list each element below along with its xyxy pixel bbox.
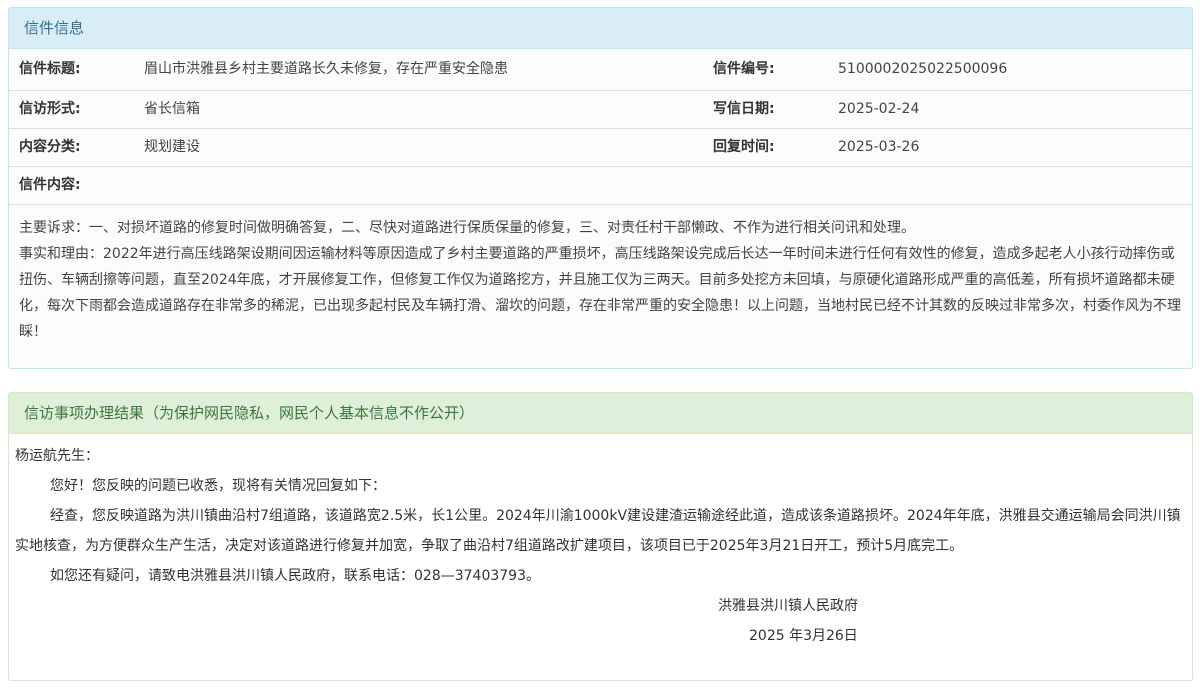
write-date-label: 写信日期: xyxy=(713,101,775,117)
reply-findings: 经查，您反映道路为洪川镇曲沿村7组道路，该道路宽2.5米，长1公里。2024年川… xyxy=(15,508,1181,554)
reply-body: 杨运航先生： 您好！您反映的问题已收悉，现将有关情况回复如下： 经查，您反映道路… xyxy=(15,441,1185,651)
letter-category-row: 内容分类: 规划建设 回复时间: 2025-03-26 xyxy=(9,129,1192,167)
letter-info-panel: 信件信息 信件标题: 眉山市洪雅县乡村主要道路长久未修复，存在严重安全隐患 信件… xyxy=(8,7,1193,369)
letter-content-label: 信件内容: xyxy=(19,177,81,193)
reply-greeting: 您好！您反映的问题已收悉，现将有关情况回复如下： xyxy=(50,478,386,494)
letter-content-demands: 主要诉求：一、对损坏道路的修复时间做明确答复，二、尽快对道路进行保质保量的修复，… xyxy=(19,220,915,236)
letter-content-facts: 事实和理由：2022年进行高压线路架设期间因运输材料等原因造成了乡村主要道路的严… xyxy=(19,246,1181,340)
reply-time-value: 2025-03-26 xyxy=(838,139,920,155)
result-panel: 信访事项办理结果（为保护网民隐私，网民个人基本信息不作公开） 杨运航先生： 您好… xyxy=(8,392,1193,681)
result-heading: 信访事项办理结果（为保护网民隐私，网民个人基本信息不作公开） xyxy=(9,393,1192,434)
reply-contact: 如您还有疑问，请致电洪雅县洪川镇人民政府，联系电话：028—37403793。 xyxy=(50,568,540,584)
reply-salutation: 杨运航先生： xyxy=(15,448,99,464)
reply-date: 2025 年3月26日 xyxy=(749,628,858,644)
letter-title-label: 信件标题: xyxy=(19,61,81,77)
letter-number-label: 信件编号: xyxy=(713,61,775,77)
letter-form-value: 省长信箱 xyxy=(144,101,200,117)
letter-content-row: 信件内容: xyxy=(9,167,1192,205)
letter-content-body: 主要诉求：一、对损坏道路的修复时间做明确答复，二、尽快对道路进行保质保量的修复，… xyxy=(19,215,1184,345)
write-date-value: 2025-02-24 xyxy=(838,101,920,117)
reply-time-label: 回复时间: xyxy=(713,139,775,155)
letter-form-row: 信访形式: 省长信箱 写信日期: 2025-02-24 xyxy=(9,91,1192,129)
letter-number-value: 5100002025022500096 xyxy=(838,61,1008,77)
letter-title-row: 信件标题: 眉山市洪雅县乡村主要道路长久未修复，存在严重安全隐患 信件编号: 5… xyxy=(9,49,1192,91)
reply-signature: 洪雅县洪川镇人民政府 xyxy=(718,598,858,614)
letter-info-heading: 信件信息 xyxy=(9,8,1192,49)
letter-title-value: 眉山市洪雅县乡村主要道路长久未修复，存在严重安全隐患 xyxy=(144,61,508,77)
content-category-value: 规划建设 xyxy=(144,139,200,155)
letter-form-label: 信访形式: xyxy=(19,101,81,117)
content-category-label: 内容分类: xyxy=(19,139,81,155)
